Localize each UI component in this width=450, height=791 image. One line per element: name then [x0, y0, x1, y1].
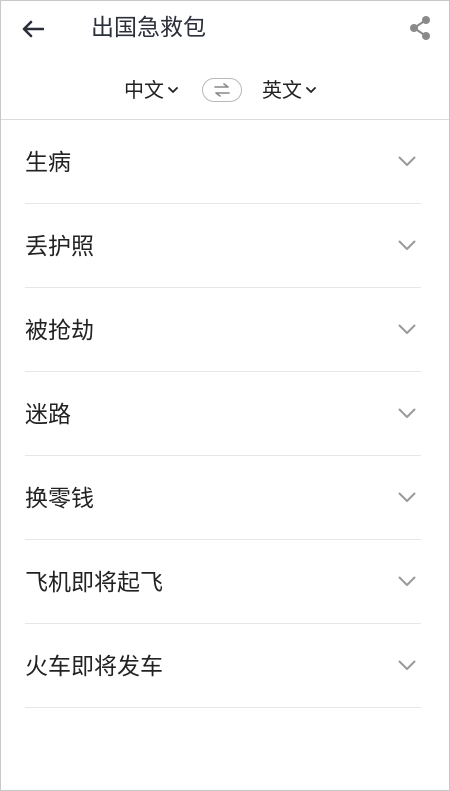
- category-label: 换零钱: [25, 486, 94, 512]
- chevron-down-icon: [306, 86, 316, 94]
- category-item-lost-passport[interactable]: 丢护照: [25, 204, 421, 288]
- app-screen: 出国急救包 中文 英文 生病 丢护照 被抢劫 迷路 换零钱 飞机即将起飞 火车即…: [0, 0, 450, 791]
- language-selector-bar: 中文 英文: [1, 65, 449, 117]
- share-icon: [410, 16, 430, 40]
- chevron-down-icon: [397, 406, 417, 420]
- swap-icon: [214, 83, 230, 97]
- category-label: 火车即将发车: [25, 654, 163, 680]
- source-language-label: 中文: [124, 78, 164, 102]
- chevron-down-icon: [168, 86, 178, 94]
- category-label: 丢护照: [25, 234, 94, 260]
- back-arrow-icon: [22, 20, 44, 38]
- category-item-flight-departing[interactable]: 飞机即将起飞: [25, 540, 421, 624]
- category-item-exchange-money[interactable]: 换零钱: [25, 456, 421, 540]
- category-item-lost-way[interactable]: 迷路: [25, 372, 421, 456]
- chevron-down-icon: [397, 322, 417, 336]
- chevron-down-icon: [397, 574, 417, 588]
- top-bar: 出国急救包: [1, 1, 449, 57]
- category-label: 迷路: [25, 402, 71, 428]
- page-title: 出国急救包: [91, 15, 206, 41]
- source-language-selector[interactable]: 中文: [124, 76, 178, 104]
- chevron-down-icon: [397, 154, 417, 168]
- category-label: 飞机即将起飞: [25, 570, 163, 596]
- category-item-train-departing[interactable]: 火车即将发车: [25, 624, 421, 708]
- category-item-sick[interactable]: 生病: [25, 120, 421, 204]
- category-label: 被抢劫: [25, 318, 94, 344]
- swap-language-button[interactable]: [202, 78, 242, 102]
- target-language-selector[interactable]: 英文: [262, 76, 316, 104]
- emergency-category-list: 生病 丢护照 被抢劫 迷路 换零钱 飞机即将起飞 火车即将发车: [25, 120, 421, 708]
- chevron-down-icon: [397, 238, 417, 252]
- chevron-down-icon: [397, 490, 417, 504]
- target-language-label: 英文: [262, 78, 302, 102]
- back-button[interactable]: [15, 11, 51, 47]
- share-button[interactable]: [403, 11, 437, 45]
- chevron-down-icon: [397, 658, 417, 672]
- category-label: 生病: [25, 150, 71, 176]
- category-item-robbed[interactable]: 被抢劫: [25, 288, 421, 372]
